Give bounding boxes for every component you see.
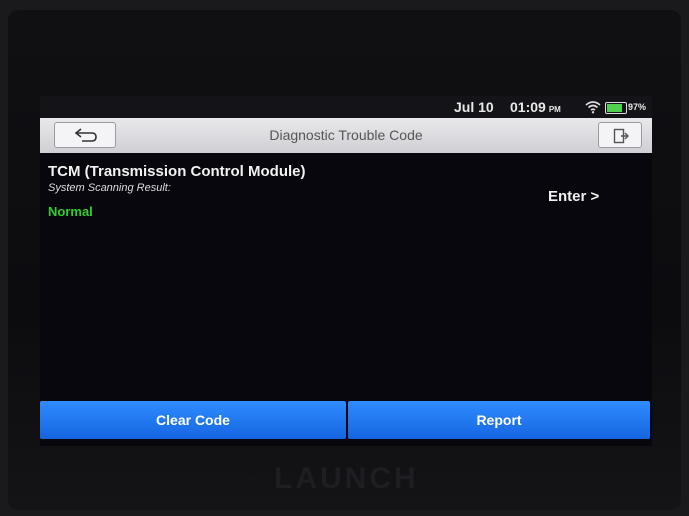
module-name: TCM (Transmission Control Module) — [48, 163, 306, 180]
exit-icon — [613, 128, 629, 144]
status-ampm: PM — [548, 105, 561, 114]
wifi-icon — [585, 101, 601, 114]
enter-button[interactable]: Enter > — [548, 188, 599, 205]
page-title: Diagnostic Trouble Code — [269, 127, 423, 143]
brand-logo: LAUNCH — [274, 462, 419, 495]
battery-percent: 97% — [628, 102, 647, 112]
status-time: 01:09 PM — [510, 99, 561, 115]
scan-result-label: System Scanning Result: — [48, 182, 171, 194]
report-button[interactable]: Report — [348, 401, 650, 439]
bottom-action-bar: Clear Code Report — [40, 401, 652, 441]
title-bar: Diagnostic Trouble Code — [40, 118, 652, 153]
status-time-value: 01:09 — [510, 99, 546, 115]
battery-icon — [605, 102, 627, 114]
status-bar: Jul 10 01:09 PM 97% — [40, 96, 652, 118]
battery-fill — [607, 104, 622, 112]
exit-button[interactable] — [598, 122, 642, 148]
clear-code-button[interactable]: Clear Code — [40, 401, 346, 439]
scan-result-status: Normal — [48, 204, 93, 219]
device-screen: Jul 10 01:09 PM 97% Diagnostic Trouble Co… — [40, 96, 652, 446]
status-date: Jul 10 — [454, 99, 494, 115]
